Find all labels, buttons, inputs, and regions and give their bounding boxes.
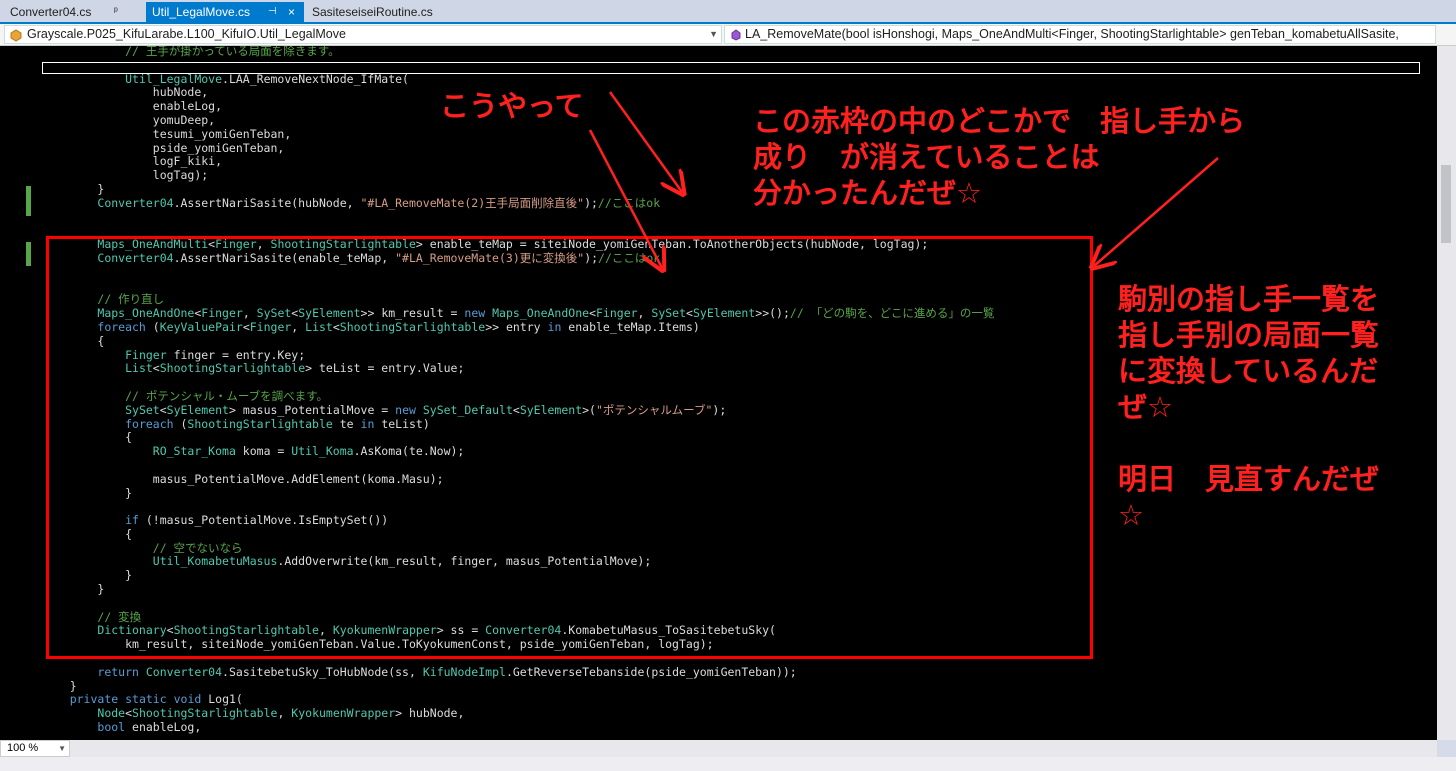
annotation-text: 駒別の指し手一覧を 指し手別の局面一覧 に変換しているんだ ぜ☆ 明日 見直すん…: [1118, 282, 1380, 532]
zoom-level: 100 %: [7, 742, 39, 754]
status-bar: [0, 757, 1456, 771]
zoom-dropdown[interactable]: 100 % ▼: [0, 740, 70, 757]
vertical-scrollbar[interactable]: [1437, 46, 1456, 740]
scrollbar-thumb[interactable]: [1441, 165, 1451, 243]
arrow-mark: [608, 91, 682, 192]
chevron-down-icon: ▼: [58, 744, 66, 753]
annotation-text: この赤枠の中のどこかで 指し手から 成り が消えていることは 分かったんだぜ☆: [753, 104, 1246, 210]
horizontal-scrollbar[interactable]: [70, 740, 1437, 757]
annotation-text: こうやって: [440, 89, 584, 123]
